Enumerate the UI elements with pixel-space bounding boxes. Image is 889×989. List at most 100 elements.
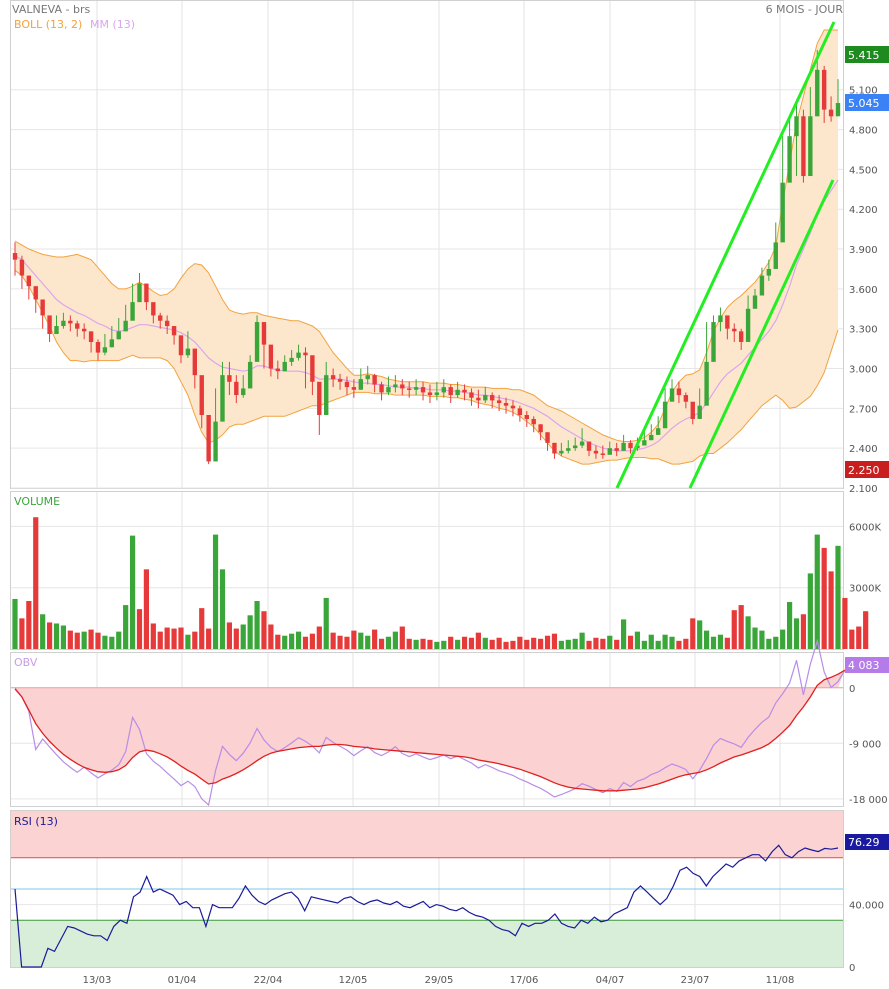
candle-body: [683, 395, 689, 402]
candle-body: [607, 448, 612, 455]
x-axis-labels: 13/03 01/04 22/04 12/05 29/05 17/06 04/07 23/07…: [83, 975, 795, 986]
volume-bar: [669, 636, 675, 649]
candle-body: [351, 387, 357, 390]
volume-bar: [849, 629, 855, 649]
volume-bar: [621, 619, 627, 649]
volume-bar: [60, 625, 67, 649]
candle-body: [483, 395, 488, 401]
candle-body: [227, 375, 232, 382]
volume-bar: [800, 614, 807, 649]
candle-body: [337, 379, 343, 382]
volume-bar: [856, 626, 862, 649]
volume-bar: [752, 627, 758, 649]
last-price-badge: 5.045: [845, 94, 889, 111]
volume-bar: [81, 631, 87, 649]
candle-body: [462, 389, 467, 393]
candle-body: [206, 414, 211, 462]
candle-body: [386, 387, 391, 393]
mm-legend: MM (13): [90, 18, 135, 31]
candle-body: [572, 445, 578, 449]
volume-axis-tick: 6000K: [849, 522, 881, 533]
volume-bar: [74, 632, 80, 649]
candle-body: [828, 109, 834, 117]
svg-text:4 083: 4 083: [848, 659, 880, 672]
obv-panel: [11, 638, 846, 807]
obv-axis-tick: -18 000: [849, 795, 888, 806]
candle-body: [12, 253, 18, 260]
low-price-badge: 2.250: [845, 461, 889, 478]
period-label: 6 MOIS - JOUR: [766, 3, 844, 16]
candle-body: [296, 352, 301, 358]
volume-bar: [123, 605, 129, 649]
candle-body: [655, 428, 661, 435]
volume-bar: [295, 631, 302, 649]
rsi-overbought-zone: [11, 811, 843, 858]
candle-body: [268, 344, 274, 369]
candle-body: [469, 392, 474, 398]
candle-body: [448, 387, 453, 396]
volume-bar: [544, 635, 551, 649]
volume-bar: [95, 632, 101, 649]
candle-body: [40, 299, 45, 316]
candle-body: [324, 375, 329, 415]
volume-bar: [157, 631, 163, 649]
volume-bar: [378, 638, 385, 649]
price-axis-tick: 4.200: [849, 205, 878, 216]
candle-body: [303, 352, 308, 356]
volume-bar: [455, 639, 461, 649]
candle-body: [676, 388, 682, 396]
volume-bar: [475, 632, 481, 649]
candle-body: [711, 322, 716, 362]
rsi-axis-tick: 40.000: [849, 901, 884, 912]
candle-body: [669, 388, 675, 402]
candle-body: [780, 182, 785, 243]
volume-bar: [40, 614, 46, 649]
volume-bar: [524, 639, 530, 649]
candle-body: [400, 384, 405, 389]
candle-body: [102, 347, 108, 353]
volume-bar: [178, 627, 184, 649]
volume-bar: [365, 635, 371, 649]
candle-body: [621, 442, 626, 451]
volume-bar: [655, 640, 661, 649]
candle-body: [697, 405, 702, 419]
volume-bar: [185, 634, 191, 649]
volume-bar: [282, 635, 288, 649]
volume-bar: [793, 618, 800, 649]
volume-bar: [697, 620, 703, 649]
candle-body: [81, 328, 87, 332]
candle-body: [95, 341, 101, 353]
date-axis-tick: 01/04: [168, 975, 197, 986]
volume-bar: [164, 627, 170, 649]
volume-bar: [358, 632, 364, 649]
candle-body: [752, 295, 758, 309]
volume-bar: [634, 631, 641, 649]
volume-bar: [212, 534, 219, 649]
volume-bar: [614, 639, 620, 649]
candle-body: [600, 453, 606, 455]
volume-bar: [662, 634, 668, 649]
candle-body: [738, 331, 744, 342]
volume-bar: [489, 639, 495, 649]
volume-bar: [309, 633, 315, 649]
volume-bar: [12, 598, 18, 649]
candle-body: [545, 432, 550, 443]
price-axis-tick: 3.600: [849, 285, 878, 296]
price-axis-tick: 3.300: [849, 325, 878, 336]
date-axis-tick: 29/05: [425, 975, 454, 986]
date-axis-tick: 12/05: [339, 975, 368, 986]
volume-bar: [247, 615, 253, 649]
high-price-badge: 5.415: [845, 46, 889, 63]
candle-body: [821, 69, 827, 110]
volume-bar: [814, 534, 820, 649]
candle-body: [47, 315, 52, 335]
volume-bar: [102, 635, 108, 649]
candle-body: [344, 381, 350, 388]
candle-body: [787, 136, 792, 183]
volume-bar: [226, 622, 232, 649]
candle-body: [330, 375, 336, 380]
volume-bar: [724, 637, 730, 649]
candle-body: [261, 322, 267, 345]
candle-body: [745, 308, 751, 342]
volume-bar: [88, 629, 94, 649]
